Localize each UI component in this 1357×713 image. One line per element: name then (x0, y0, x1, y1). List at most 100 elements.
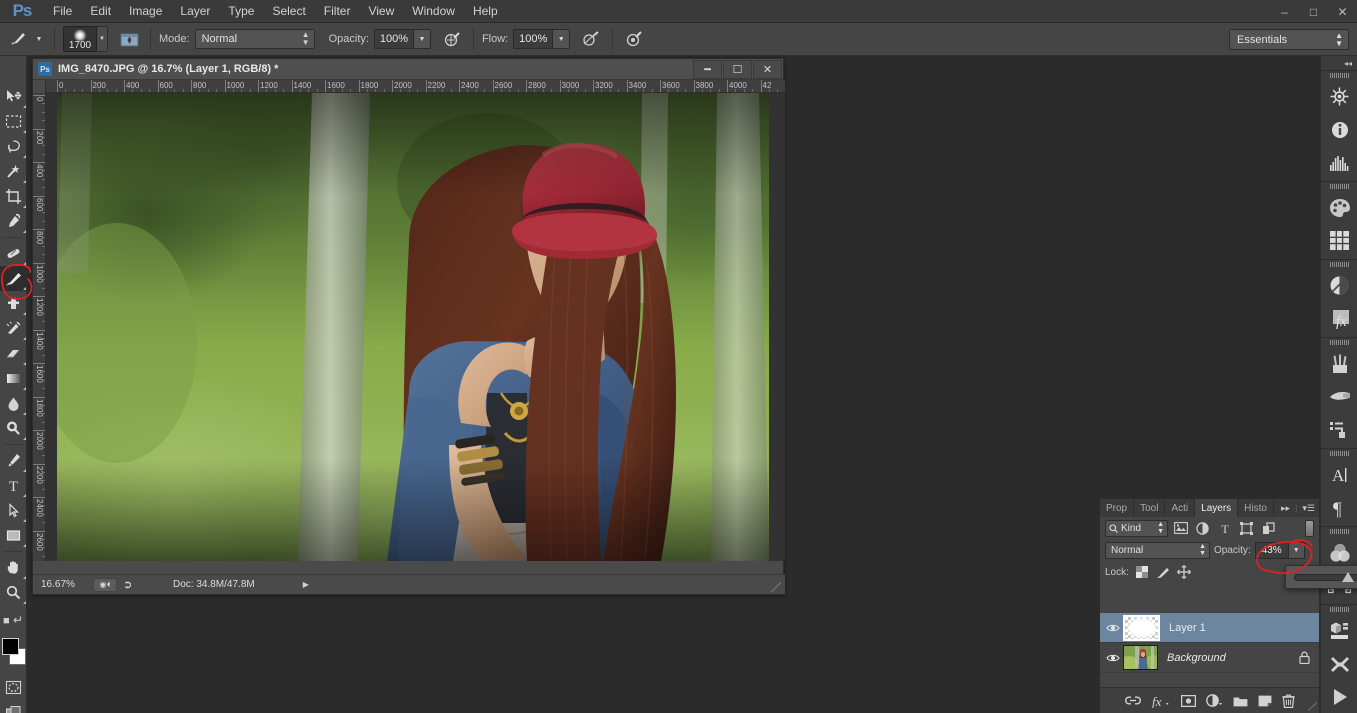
canvas-area[interactable] (46, 93, 785, 561)
tab-properties[interactable]: Prop (1100, 499, 1135, 517)
rectangle-tool[interactable] (0, 523, 27, 548)
layer-styles-fx-icon[interactable]: fx (1151, 694, 1171, 708)
dock-grip[interactable] (1321, 449, 1357, 458)
layer-thumbnail-mask[interactable] (1123, 614, 1160, 641)
workspace-select[interactable]: Essentials ▲ ▼ (1229, 29, 1349, 50)
color-swatches-icon[interactable] (1321, 191, 1357, 224)
new-group-icon[interactable] (1233, 695, 1248, 707)
eraser-tool[interactable] (0, 341, 27, 366)
path-selection-tool[interactable] (0, 498, 27, 523)
layer-filter-kind-select[interactable]: Kind ▲ ▼ (1105, 519, 1168, 537)
tab-actions[interactable]: Acti (1165, 499, 1196, 517)
brush-tool-options-icon[interactable] (6, 27, 32, 51)
panel-resize-grip[interactable] (1308, 702, 1317, 711)
move-tool[interactable] (0, 84, 27, 109)
layer-name[interactable]: Layer 1 (1169, 622, 1206, 634)
layer-opacity-input[interactable]: 43% (1254, 541, 1289, 559)
foreground-color-swatch[interactable] (2, 638, 19, 655)
layer-row-background[interactable]: Background (1100, 643, 1319, 673)
collapse-panels-icon[interactable]: ◂◂ (1321, 56, 1357, 70)
menu-item-window[interactable]: Window (403, 0, 464, 23)
share-icon[interactable]: ➲ (123, 578, 139, 591)
brush-preset-preview[interactable]: 1700 (63, 26, 97, 52)
filter-toggle-icon[interactable] (1305, 519, 1314, 537)
gradient-tool[interactable] (0, 366, 27, 391)
dodge-tool[interactable] (0, 416, 27, 441)
dock-grip[interactable] (1321, 260, 1357, 269)
brush-preset-dropdown-icon[interactable]: ▼ (97, 26, 108, 52)
dock-grip[interactable] (1321, 605, 1357, 614)
swap-colors-icon[interactable]: ↵ (13, 613, 23, 627)
pixel-filter-icon[interactable] (1171, 519, 1190, 537)
opacity-slider-popup[interactable] (1285, 565, 1357, 589)
new-adjustment-layer-icon[interactable] (1205, 694, 1223, 707)
tool-presets-icon[interactable] (1321, 413, 1357, 446)
add-layer-mask-icon[interactable] (1180, 694, 1196, 707)
eyedropper-tool[interactable] (0, 209, 27, 234)
brush-preset-picker-caret-icon[interactable]: ▼ (32, 27, 46, 51)
maximize-icon[interactable]: □ (1299, 0, 1328, 23)
opacity-dropdown-icon[interactable]: ▼ (413, 29, 431, 49)
pen-tool[interactable] (0, 448, 27, 473)
shape-filter-icon[interactable] (1237, 519, 1256, 537)
crop-tool[interactable] (0, 184, 27, 209)
menu-item-layer[interactable]: Layer (171, 0, 219, 23)
document-minimize-icon[interactable]: ━ (693, 59, 722, 79)
adjustments-icon[interactable] (1321, 269, 1357, 302)
brush-icon[interactable] (1321, 380, 1357, 413)
status-expand-arrow-icon[interactable]: ▶ (303, 580, 309, 589)
brush-panel-icon[interactable] (116, 27, 142, 51)
new-layer-icon[interactable] (1258, 695, 1272, 707)
dock-grip[interactable] (1321, 527, 1357, 536)
history-brush-tool[interactable] (0, 316, 27, 341)
rectangular-marquee-tool[interactable] (0, 109, 27, 134)
dock-grip[interactable] (1321, 71, 1357, 80)
flow-dropdown-icon[interactable]: ▼ (553, 29, 571, 49)
zoom-tool[interactable] (0, 580, 27, 605)
layer-row-layer-1[interactable]: Layer 1 (1100, 613, 1319, 643)
tablet-pressure-size-icon[interactable] (621, 27, 647, 51)
dock-grip[interactable] (1321, 182, 1357, 191)
window-resize-grip[interactable] (771, 582, 781, 592)
opacity-slider-thumb[interactable] (1342, 571, 1355, 582)
layer-visibility-icon[interactable] (1103, 643, 1123, 673)
document-restore-icon[interactable]: ☐ (723, 59, 752, 79)
brush-tool[interactable] (0, 266, 27, 291)
quick-mask-icon[interactable] (0, 675, 27, 700)
menu-item-view[interactable]: View (359, 0, 403, 23)
tablet-pressure-opacity-icon[interactable] (439, 27, 465, 51)
histogram-icon[interactable] (1321, 146, 1357, 179)
spot-healing-brush-tool[interactable] (0, 241, 27, 266)
lock-position-icon[interactable] (1177, 565, 1192, 580)
blend-mode-select[interactable]: Normal ▲ ▼ (194, 29, 315, 49)
dock-grip[interactable] (1321, 338, 1357, 347)
tab-tool-presets[interactable]: Tool (1134, 499, 1166, 517)
lock-image-pixels-icon[interactable] (1156, 565, 1171, 580)
close-icon[interactable]: ✕ (1328, 0, 1357, 23)
delete-layer-icon[interactable] (1281, 694, 1295, 708)
double-chevron-icon[interactable]: ▸▸ (1281, 503, 1290, 514)
layer-opacity-dropdown-icon[interactable]: ▼ (1288, 541, 1305, 559)
menu-item-file[interactable]: File (44, 0, 81, 23)
menu-item-edit[interactable]: Edit (81, 0, 120, 23)
horizontal-type-tool[interactable]: T (0, 473, 27, 498)
layer-thumbnail-background[interactable] (1123, 645, 1158, 670)
zoom-level[interactable]: 16.67% (41, 579, 93, 590)
styles-fx-icon[interactable]: fx (1321, 302, 1357, 335)
menu-item-filter[interactable]: Filter (315, 0, 360, 23)
panel-menu-icon[interactable]: ▾☰ (1302, 503, 1315, 514)
type-filter-icon[interactable]: T (1215, 519, 1234, 537)
menu-item-type[interactable]: Type (219, 0, 263, 23)
preview-toggle-icon[interactable]: ◉⏴ (93, 577, 117, 592)
document-title-bar[interactable]: Ps IMG_8470.JPG @ 16.7% (Layer 1, RGB/8)… (33, 59, 783, 80)
document-image[interactable] (57, 93, 769, 561)
clone-stamp-tool[interactable] (0, 291, 27, 316)
layer-visibility-icon[interactable] (1103, 613, 1123, 643)
layer-blend-mode-select[interactable]: Normal ▲ ▼ (1105, 541, 1210, 559)
screen-mode-icon[interactable] (0, 700, 27, 713)
opacity-input[interactable]: 100% (373, 29, 414, 49)
swatches-grid-icon[interactable] (1321, 224, 1357, 257)
adjustment-filter-icon[interactable] (1193, 519, 1212, 537)
horizontal-ruler[interactable]: 0 200 400 600 800 1000 1200 1400 1600 1800 2000 220… (33, 80, 785, 93)
info-icon[interactable] (1321, 113, 1357, 146)
